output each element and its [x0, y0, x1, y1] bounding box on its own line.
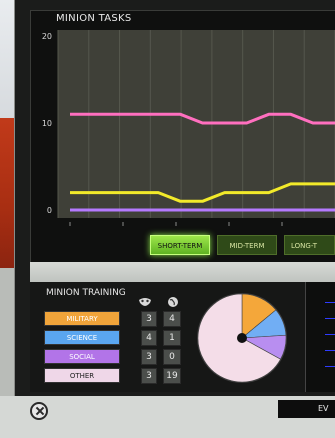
mask-icon: [139, 298, 151, 306]
training-label-other[interactable]: OTHER: [44, 368, 120, 383]
plot-area: [58, 30, 335, 218]
training-value-1: 3: [141, 311, 157, 327]
training-value-2: 4: [163, 311, 181, 327]
close-icon[interactable]: [30, 402, 48, 420]
tab-short-term[interactable]: SHORT-TERM: [150, 235, 210, 255]
training-label-science[interactable]: SCIENCE: [44, 330, 120, 345]
y-tick-label: 20: [42, 32, 52, 41]
training-value-2: 1: [163, 330, 181, 346]
y-tick-label: 10: [42, 119, 52, 128]
training-value-2: 19: [163, 368, 181, 384]
training-value-1: 4: [141, 330, 157, 346]
pie-center: [237, 333, 247, 343]
training-value-2: 0: [163, 349, 181, 365]
training-value-1: 3: [141, 349, 157, 365]
globe-icon: [168, 297, 178, 307]
y-tick-label: 0: [47, 206, 52, 215]
training-label-military[interactable]: MILITARY: [44, 311, 120, 326]
panel-divider: [30, 262, 335, 282]
training-label-social[interactable]: SOCIAL: [44, 349, 120, 364]
training-pie-chart: [197, 293, 287, 383]
tab-mid-term[interactable]: MID-TERM: [217, 235, 277, 255]
tab-long-term[interactable]: LONG-T: [284, 235, 335, 255]
side-panel: [305, 282, 335, 392]
training-value-1: 3: [141, 368, 157, 384]
tasks-line-chart: 20 10 0: [42, 30, 335, 226]
training-title: MINION TRAINING: [46, 288, 126, 298]
footer-button[interactable]: E​V: [278, 400, 335, 418]
